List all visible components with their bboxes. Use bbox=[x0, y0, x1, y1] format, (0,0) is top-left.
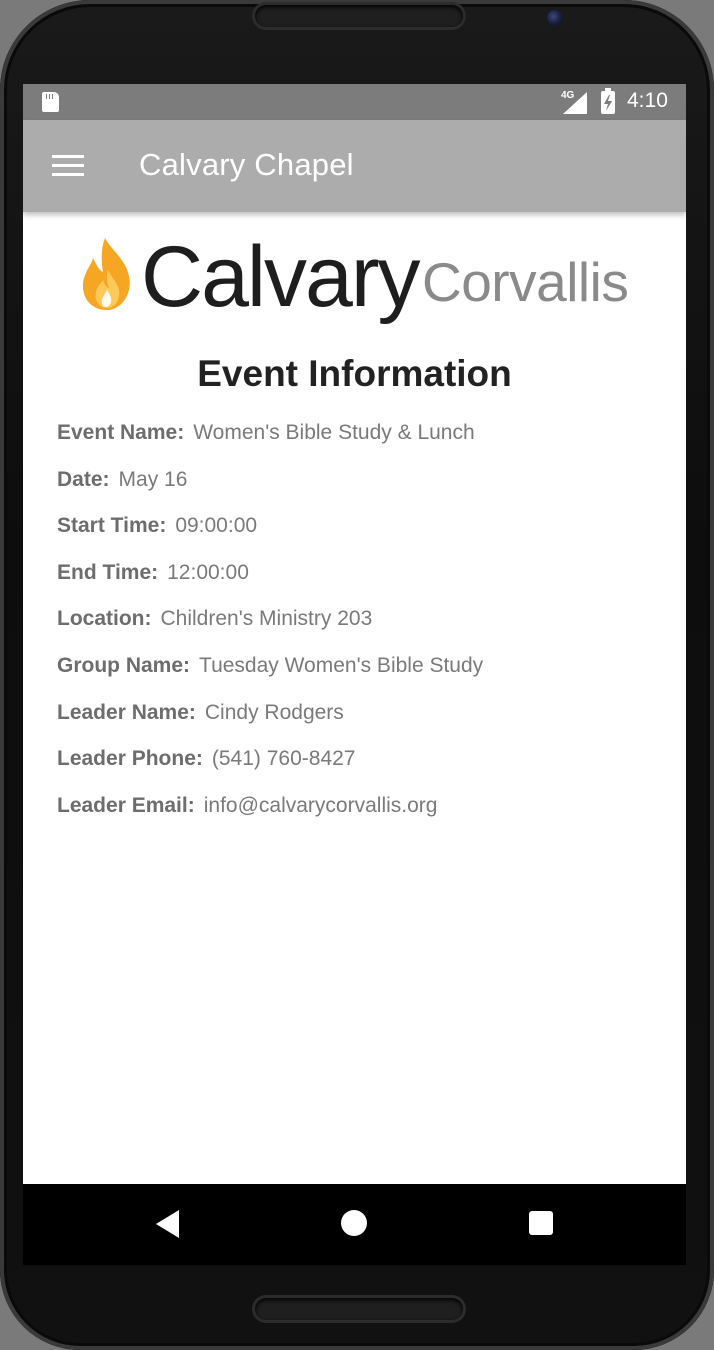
home-circle-icon[interactable] bbox=[341, 1210, 367, 1236]
date-label: Date: bbox=[57, 467, 110, 491]
group-name-value: Tuesday Women's Bible Study bbox=[199, 653, 484, 677]
end-time-label: End Time: bbox=[57, 560, 159, 584]
top-speaker bbox=[255, 5, 463, 27]
flame-icon bbox=[82, 238, 130, 310]
sd-card-icon bbox=[42, 92, 59, 112]
location-value: Children's Ministry 203 bbox=[160, 607, 373, 631]
start-time-label: Start Time: bbox=[57, 514, 167, 538]
recent-apps-square-icon[interactable] bbox=[529, 1211, 553, 1235]
system-nav-bar bbox=[23, 1184, 686, 1265]
location-label: Location: bbox=[57, 607, 152, 631]
leader-name-row: Leader Name: Cindy Rodgers bbox=[57, 701, 677, 748]
bottom-speaker bbox=[255, 1298, 463, 1320]
event-details-list: Event Name: Women's Bible Study & Lunch D… bbox=[57, 421, 677, 840]
event-information-heading: Event Information bbox=[197, 353, 512, 394]
event-name-value: Women's Bible Study & Lunch bbox=[193, 421, 475, 444]
leader-email-label: Leader Email: bbox=[57, 793, 195, 817]
battery-charging-icon bbox=[601, 88, 615, 114]
front-camera bbox=[547, 10, 563, 26]
leader-phone-value[interactable]: (541) 760-8427 bbox=[212, 747, 356, 770]
group-name-label: Group Name: bbox=[57, 653, 191, 677]
logo-word-corvallis: Corvallis bbox=[422, 251, 629, 313]
app-bar: Calvary Chapel bbox=[23, 120, 686, 212]
leader-email-value[interactable]: info@calvarycorvallis.org bbox=[204, 794, 438, 817]
end-time-row: End Time: 12:00:00 bbox=[57, 561, 677, 608]
event-name-row: Event Name: Women's Bible Study & Lunch bbox=[57, 421, 677, 468]
status-clock: 4:10 bbox=[627, 89, 668, 112]
leader-phone-row: Leader Phone: (541) 760-8427 bbox=[57, 747, 677, 794]
start-time-row: Start Time: 09:00:00 bbox=[57, 514, 677, 561]
status-bar: 4G 4:10 bbox=[23, 84, 686, 120]
hamburger-menu-icon[interactable] bbox=[52, 155, 84, 177]
end-time-value: 12:00:00 bbox=[167, 560, 249, 584]
leader-phone-label: Leader Phone: bbox=[57, 747, 203, 771]
phone-frame: 4G 4:10 Calvary Chapel Calvary Corvallis… bbox=[0, 0, 714, 1350]
start-time-value: 09:00:00 bbox=[175, 514, 258, 538]
location-row: Location: Children's Ministry 203 bbox=[57, 607, 677, 654]
event-detail-content: Calvary Corvallis Event Information Even… bbox=[23, 212, 686, 1184]
event-name-label: Event Name: bbox=[57, 421, 185, 444]
church-logo: Calvary Corvallis bbox=[81, 229, 641, 327]
leader-name-label: Leader Name: bbox=[57, 700, 196, 724]
leader-email-row: Leader Email: info@calvarycorvallis.org bbox=[57, 794, 677, 841]
logo-word-calvary: Calvary bbox=[141, 229, 421, 325]
back-triangle-icon[interactable] bbox=[156, 1210, 180, 1238]
leader-name-value: Cindy Rodgers bbox=[204, 700, 344, 724]
date-value: May 16 bbox=[118, 467, 188, 491]
signal-strength-icon bbox=[563, 92, 587, 114]
app-title: Calvary Chapel bbox=[139, 147, 354, 182]
date-row: Date: May 16 bbox=[57, 468, 677, 515]
screen: 4G 4:10 Calvary Chapel Calvary Corvallis… bbox=[23, 84, 686, 1265]
group-name-row: Group Name: Tuesday Women's Bible Study bbox=[57, 654, 677, 701]
